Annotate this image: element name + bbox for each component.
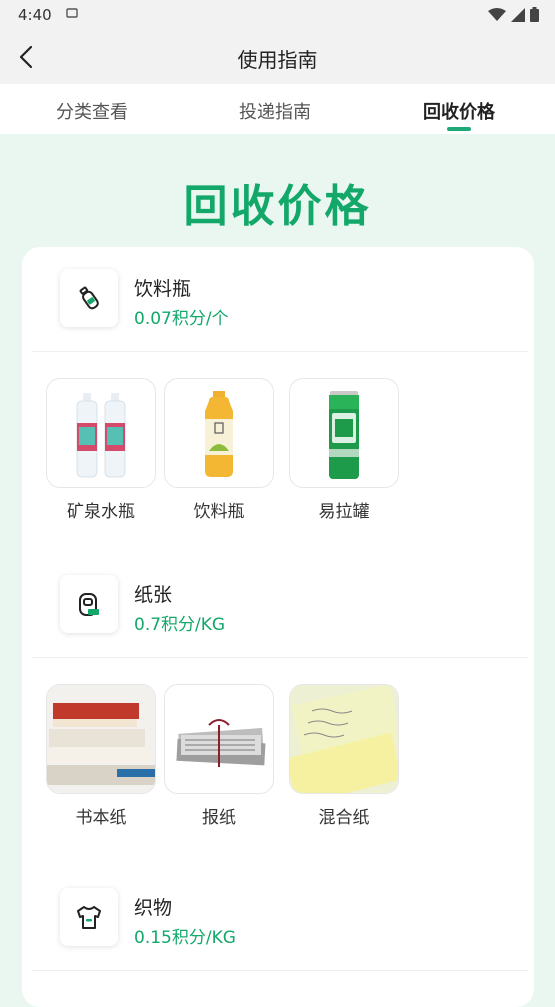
signal-icon <box>511 7 525 22</box>
soda-can-image <box>329 391 359 479</box>
tea-drink-bottle-image <box>205 391 233 477</box>
mineral-water-bottles-image <box>76 393 126 478</box>
item-drink-bottle[interactable]: 饮料瓶 <box>164 378 274 522</box>
item-newspaper[interactable]: 报纸 <box>164 684 274 828</box>
divider <box>32 970 528 971</box>
category-price: 0.7积分/KG <box>134 615 226 635</box>
status-time: 4:40 <box>18 6 52 24</box>
wifi-icon <box>488 7 506 21</box>
item-aluminum-can[interactable]: 易拉罐 <box>289 378 399 522</box>
item-image <box>289 378 399 488</box>
paper-roll-icon <box>79 593 99 616</box>
divider <box>32 657 528 658</box>
active-tab-indicator <box>447 127 471 131</box>
status-indicators <box>488 7 539 22</box>
item-label: 矿泉水瓶 <box>67 502 135 522</box>
category-icon-box <box>60 575 118 633</box>
item-label: 书本纸 <box>75 808 127 828</box>
hero-title: 回收价格 <box>183 181 372 232</box>
item-label: 混合纸 <box>318 808 370 828</box>
notification-icon <box>66 8 78 18</box>
item-mineral-water-bottle[interactable]: 矿泉水瓶 <box>46 378 156 522</box>
item-image <box>46 684 156 794</box>
books-stack-image <box>47 685 155 793</box>
battery-icon <box>530 7 539 22</box>
item-image <box>164 684 274 794</box>
bottle-icon <box>79 286 99 310</box>
item-label: 报纸 <box>202 808 236 828</box>
item-image <box>289 684 399 794</box>
tshirt-icon <box>77 906 101 929</box>
category-header-paper: 纸张 0.7积分/KG <box>22 553 534 657</box>
category-icon-box <box>60 888 118 946</box>
divider <box>32 351 528 352</box>
category-header-bottles: 饮料瓶 0.07积分/个 <box>22 247 534 351</box>
tab-recycling-price[interactable]: 回收价格 <box>423 98 495 124</box>
category-icon-box <box>60 269 118 327</box>
category-name: 纸张 <box>134 584 173 606</box>
app-bar: 使用指南 <box>0 30 555 84</box>
item-image <box>164 378 274 488</box>
item-book-paper[interactable]: 书本纸 <box>46 684 156 828</box>
tab-category-view[interactable]: 分类查看 <box>56 98 128 124</box>
tab-bar: 分类查看 投递指南 回收价格 <box>0 84 555 134</box>
mixed-paper-image <box>290 685 398 793</box>
item-image <box>46 378 156 488</box>
category-name: 织物 <box>134 897 173 919</box>
category-price: 0.07积分/个 <box>134 309 229 329</box>
item-label: 易拉罐 <box>318 502 370 522</box>
page-title: 使用指南 <box>237 48 318 72</box>
price-card: 饮料瓶 0.07积分/个 矿泉水瓶 饮料瓶 易拉罐 纸张 0.7积分/KG 书本… <box>22 247 534 1007</box>
status-bar: 4:40 <box>0 0 555 30</box>
newspaper-bundle-image <box>176 719 266 767</box>
tab-delivery-guide[interactable]: 投递指南 <box>239 98 311 124</box>
category-header-textiles: 织物 0.15积分/KG <box>22 866 534 970</box>
item-mixed-paper[interactable]: 混合纸 <box>289 684 399 828</box>
category-price: 0.15积分/KG <box>134 928 236 948</box>
category-name: 饮料瓶 <box>134 278 192 300</box>
item-label: 饮料瓶 <box>193 502 245 522</box>
